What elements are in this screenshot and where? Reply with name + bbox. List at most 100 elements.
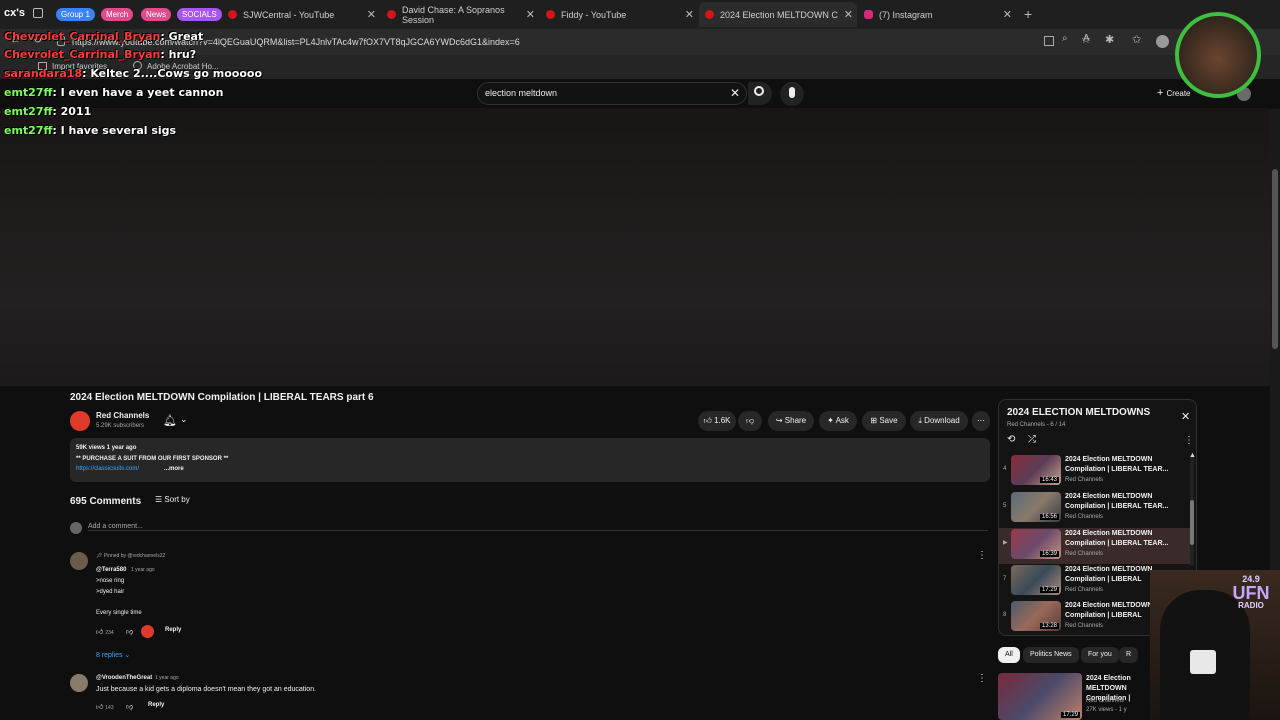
sort-button[interactable]: ☰ Sort by xyxy=(155,495,190,504)
playlist-title[interactable]: 2024 ELECTION MELTDOWNS xyxy=(1007,407,1150,418)
profile-avatar[interactable] xyxy=(1156,35,1169,48)
playlist-item-channel: Red Channels xyxy=(1065,551,1104,557)
commenter-avatar[interactable] xyxy=(70,552,88,570)
tab-group-merch[interactable]: Merch xyxy=(101,8,134,21)
thumbs-up-icon: 👍︎ xyxy=(703,416,712,425)
playlist-index: 5 xyxy=(1003,503,1007,509)
video-player[interactable] xyxy=(0,108,1270,386)
comment-menu-icon[interactable]: ⋮ xyxy=(977,550,987,561)
clear-search-icon[interactable]: ✕ xyxy=(730,86,740,100)
tab-group-1[interactable]: Group 1 xyxy=(56,8,95,21)
favorites-icon[interactable]: ✩ xyxy=(1132,33,1141,46)
like-button[interactable]: 👍︎ 1.6K xyxy=(698,411,736,431)
recommended-channel: Red Channels xyxy=(1086,698,1125,704)
chat-message: Chevrolet_Carrinal_Bryan: hru? xyxy=(4,48,197,61)
comment-line: Just because a kid gets a diploma doesn'… xyxy=(96,686,317,693)
playlist-item-current[interactable]: ▶ 16:39 2024 Election MELTDOWN Compilati… xyxy=(999,528,1190,564)
close-tab-icon[interactable]: ✕ xyxy=(685,8,694,21)
channel-name[interactable]: Red Channels xyxy=(96,411,149,420)
chip-more[interactable]: R xyxy=(1119,647,1139,663)
close-tab-icon[interactable]: ✕ xyxy=(844,8,853,21)
search-icon xyxy=(754,86,764,96)
tab-fiddy[interactable]: Fiddy - YouTube ✕ xyxy=(540,2,698,27)
comment-author[interactable]: @Terra580 xyxy=(96,567,126,573)
open-in-app-icon[interactable] xyxy=(1044,36,1054,46)
playlist-index: 8 xyxy=(1003,612,1007,618)
zoom-icon[interactable]: ⌕ xyxy=(1062,33,1068,44)
close-tab-icon[interactable]: ✕ xyxy=(1003,8,1012,21)
close-tab-icon[interactable]: ✕ xyxy=(526,8,535,21)
comment-dislike-icon[interactable]: 👎︎ xyxy=(126,702,133,711)
comment-like-button[interactable]: 👍︎ 234 xyxy=(96,627,114,636)
youtube-icon xyxy=(228,10,237,19)
playlist-item[interactable]: 5 16:56 2024 Election MELTDOWN Compilati… xyxy=(1003,492,1193,528)
tab-label: Fiddy - YouTube xyxy=(561,9,627,20)
playlist-item[interactable]: 4 16:43 2024 Election MELTDOWN Compilati… xyxy=(1003,455,1193,491)
reply-button[interactable]: Reply xyxy=(148,702,164,708)
playlist-item-channel: Red Channels xyxy=(1065,477,1104,483)
playlist-item-channel: Red Channels xyxy=(1065,587,1104,593)
chip-all[interactable]: All xyxy=(998,647,1020,663)
create-button[interactable]: + Create xyxy=(1157,87,1191,99)
comment-menu-icon[interactable]: ⋮ xyxy=(977,673,987,684)
duration-badge: 13:28 xyxy=(1039,623,1059,629)
close-tab-icon[interactable]: ✕ xyxy=(367,8,376,21)
tab-group-news[interactable]: News xyxy=(141,8,172,21)
share-label: Share xyxy=(784,416,807,425)
chevron-down-icon: ⌄ xyxy=(124,652,131,659)
description-line: ** PURCHASE A SUIT FROM OUR FIRST SPONSO… xyxy=(76,456,229,462)
show-more-link[interactable]: ...more xyxy=(164,466,184,472)
chip-for-you[interactable]: For you xyxy=(1081,647,1119,663)
chat-message: emt27ff: I even have a yeet cannon xyxy=(4,86,224,99)
description-box[interactable]: 59K views 1 year ago ** PURCHASE A SUIT … xyxy=(70,438,990,482)
tab-label: 2024 Election MELTDOWN Compi xyxy=(720,9,838,20)
creator-heart-avatar xyxy=(141,625,154,638)
chat-message: emt27ff: 2011 xyxy=(4,105,92,118)
tab-group-socials[interactable]: SOCIALS xyxy=(177,8,222,21)
tab-election-meltdown[interactable]: 2024 Election MELTDOWN Compi ✕ xyxy=(699,2,857,27)
tab-sjwcentral[interactable]: SJWCentral - YouTube ✕ xyxy=(222,2,380,27)
add-comment-input[interactable]: Add a comment... xyxy=(88,523,988,531)
scrollbar-thumb[interactable] xyxy=(1272,169,1278,349)
dislike-button[interactable]: 👎︎ xyxy=(738,411,762,431)
view-replies-button[interactable]: 8 replies ⌄ xyxy=(96,651,130,659)
comment-author[interactable]: @VroodenTheGreat xyxy=(96,675,152,681)
favorite-star-icon[interactable]: ☆ xyxy=(1081,33,1091,46)
loop-icon[interactable]: ⟲ xyxy=(1007,434,1015,445)
download-button[interactable]: ⤓ Download xyxy=(910,411,968,431)
duration-badge: 16:39 xyxy=(1039,551,1059,557)
commenter-avatar[interactable] xyxy=(70,674,88,692)
channel-avatar[interactable] xyxy=(70,411,90,431)
radio-logo: 24.9 UFN RADIO xyxy=(1222,575,1280,623)
comment-dislike-icon[interactable]: 👎︎ xyxy=(126,627,133,636)
workspaces-icon[interactable] xyxy=(33,8,43,18)
share-button[interactable]: ↪ Share xyxy=(768,411,814,431)
tab-label: SJWCentral - YouTube xyxy=(243,9,335,20)
streamer-avatar xyxy=(1175,12,1261,98)
description-link[interactable]: https://classicsuits.com/ xyxy=(76,466,139,472)
close-playlist-icon[interactable]: ✕ xyxy=(1181,410,1190,423)
chevron-down-icon[interactable]: ⌄ xyxy=(180,414,188,425)
url-field[interactable]: https://www.youtube.com/watch?v=4lQEGuaU… xyxy=(72,33,1072,51)
new-tab-plus-icon[interactable]: + xyxy=(1024,6,1032,22)
chat-message: emt27ff: I have several sigs xyxy=(4,124,177,137)
playlist-thumbnail: 17:29 xyxy=(1011,565,1061,595)
bookmark-icon: ⊞ xyxy=(870,416,878,425)
ask-button[interactable]: ✦ Ask xyxy=(819,411,857,431)
more-actions-button[interactable]: ⋯ xyxy=(972,411,990,431)
extensions-icon[interactable]: ✱ xyxy=(1105,33,1114,46)
reply-button[interactable]: Reply xyxy=(165,627,181,633)
view-count-date: 59K views 1 year ago xyxy=(76,445,137,451)
profile-label[interactable]: cx's xyxy=(4,7,25,19)
notification-bell-icon[interactable]: 🔔︎ xyxy=(163,414,177,427)
chip-politics-news[interactable]: Politics News xyxy=(1023,647,1079,663)
recommended-thumbnail[interactable]: 17:29 xyxy=(998,673,1082,720)
save-button[interactable]: ⊞ Save xyxy=(862,411,906,431)
search-input[interactable]: election meltdown xyxy=(477,82,747,105)
playlist-menu-icon[interactable]: ⋮ xyxy=(1184,435,1194,446)
comment-like-button[interactable]: 👍︎ 143 xyxy=(96,702,114,711)
shuffle-icon[interactable]: ⤮ xyxy=(1028,434,1036,445)
playlist-scroll-up-icon[interactable]: ▲ xyxy=(1189,452,1196,459)
tab-sopranos[interactable]: David Chase: A Sopranos Session ✕ xyxy=(381,2,539,27)
tab-instagram[interactable]: (7) Instagram ✕ xyxy=(858,2,1016,27)
